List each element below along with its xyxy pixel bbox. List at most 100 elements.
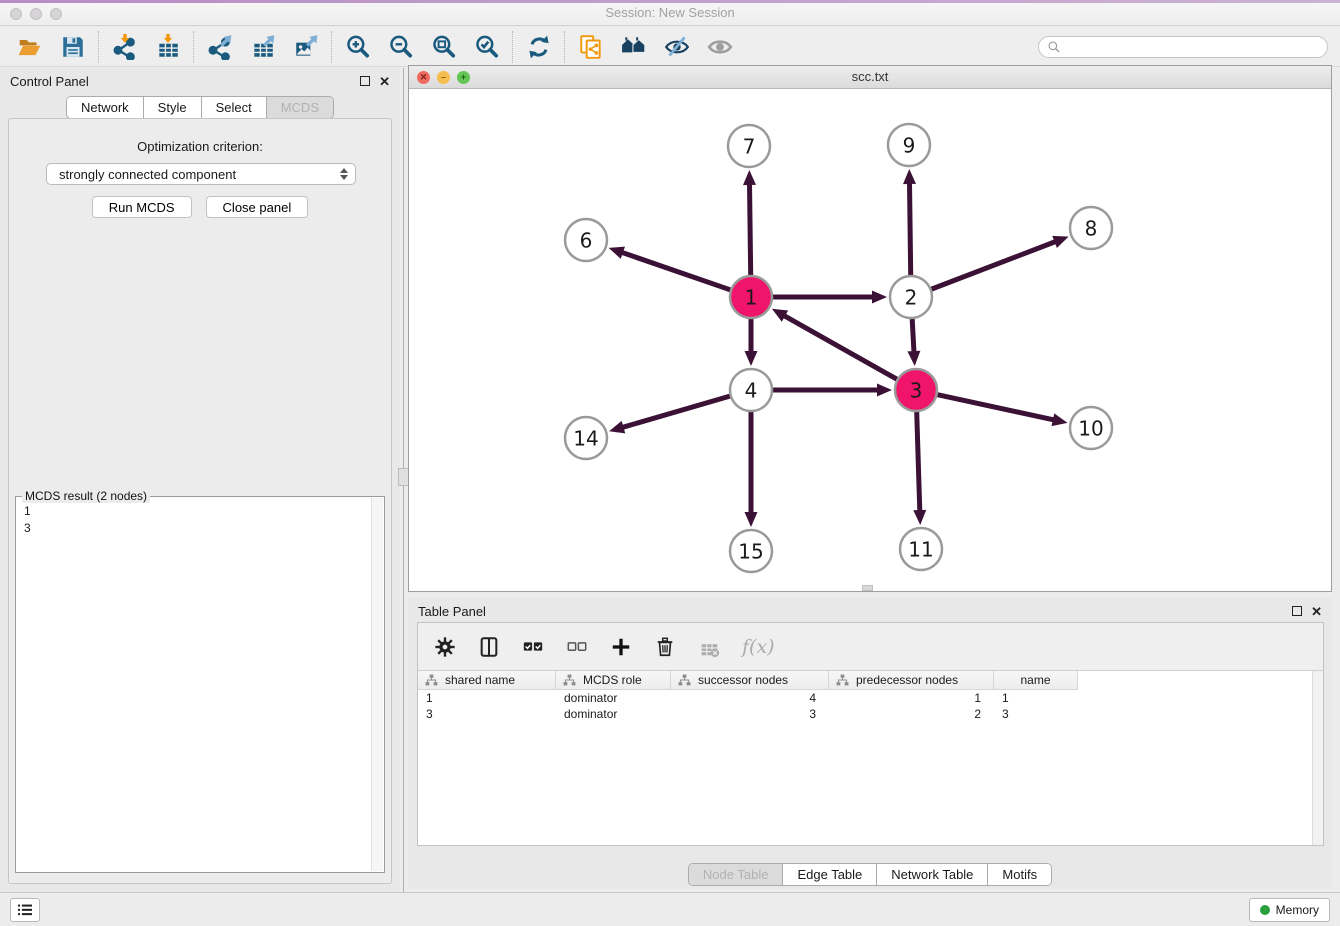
toolbar-separator bbox=[193, 31, 194, 63]
copy-network-icon[interactable] bbox=[578, 34, 604, 60]
table-cell[interactable]: 3 bbox=[994, 706, 1078, 722]
graph-edge-1-6[interactable] bbox=[620, 252, 730, 290]
close-panel-button[interactable]: Close panel bbox=[206, 196, 309, 218]
table-row[interactable]: 1dominator411 bbox=[418, 690, 1323, 706]
table-cell[interactable]: dominator bbox=[556, 690, 671, 706]
memory-button[interactable]: Memory bbox=[1249, 898, 1330, 922]
mcds-result-list[interactable]: 1 3 bbox=[16, 499, 370, 872]
close-panel-icon[interactable]: ✕ bbox=[379, 75, 390, 88]
graph-edge-3-11[interactable] bbox=[917, 412, 920, 513]
refresh-button[interactable] bbox=[517, 30, 560, 64]
task-history-button[interactable] bbox=[10, 898, 40, 922]
delete-table-icon bbox=[698, 636, 720, 658]
float-table-panel-icon[interactable] bbox=[1292, 606, 1302, 616]
tab-style[interactable]: Style bbox=[144, 97, 202, 118]
hide-selected-eye-icon[interactable] bbox=[664, 34, 690, 60]
zoom-selected-button[interactable] bbox=[465, 30, 508, 64]
table-row[interactable]: 3dominator323 bbox=[418, 706, 1323, 722]
open-session-button[interactable] bbox=[8, 30, 51, 64]
tab-mcds[interactable]: MCDS bbox=[267, 97, 333, 118]
zoom-in-button[interactable] bbox=[336, 30, 379, 64]
graph-edge-2-9[interactable] bbox=[909, 181, 910, 275]
panel-splitter[interactable] bbox=[400, 68, 408, 892]
graph-edge-4-14[interactable] bbox=[621, 396, 730, 428]
export-image-icon[interactable] bbox=[293, 34, 319, 60]
import-network-icon[interactable] bbox=[112, 34, 138, 60]
zoom-selected-icon[interactable] bbox=[474, 34, 500, 60]
network-window-titlebar[interactable]: ✕ – + scc.txt bbox=[409, 66, 1331, 89]
close-table-panel-icon[interactable]: ✕ bbox=[1311, 605, 1322, 618]
result-scrollbar[interactable] bbox=[371, 498, 383, 871]
canvas-resize-grip[interactable] bbox=[862, 585, 873, 591]
graph-edge-arrowhead bbox=[745, 351, 758, 366]
column-header-name[interactable]: name bbox=[994, 671, 1078, 690]
run-mcds-button[interactable]: Run MCDS bbox=[92, 196, 192, 218]
graph-node-label-14: 14 bbox=[573, 427, 598, 451]
network-view-window: ✕ – + scc.txt 1234678910111415 bbox=[408, 65, 1332, 592]
show-hidden-eye-button[interactable] bbox=[698, 30, 741, 64]
select-all-rows-icon[interactable] bbox=[522, 636, 544, 658]
save-session-button[interactable] bbox=[51, 30, 94, 64]
tab-select[interactable]: Select bbox=[202, 97, 267, 118]
column-label: MCDS role bbox=[583, 673, 642, 687]
graph-edge-2-8[interactable] bbox=[932, 241, 1058, 289]
hide-selected-eye-button[interactable] bbox=[655, 30, 698, 64]
export-table-icon[interactable] bbox=[250, 34, 276, 60]
refresh-icon[interactable] bbox=[526, 34, 552, 60]
home-network-button[interactable] bbox=[612, 30, 655, 64]
tab-motifs[interactable]: Motifs bbox=[988, 864, 1051, 885]
table-cell[interactable]: dominator bbox=[556, 706, 671, 722]
mcds-result-group: MCDS result (2 nodes) 1 3 bbox=[15, 496, 385, 873]
tab-network[interactable]: Network bbox=[67, 97, 144, 118]
table-settings-gear-icon[interactable] bbox=[434, 636, 456, 658]
table-cell[interactable]: 1 bbox=[829, 690, 994, 706]
export-network-icon[interactable] bbox=[207, 34, 233, 60]
table-cell[interactable]: 4 bbox=[671, 690, 829, 706]
table-cell[interactable]: 1 bbox=[994, 690, 1078, 706]
column-header-predecessor-nodes[interactable]: predecessor nodes bbox=[829, 671, 994, 690]
search-input[interactable] bbox=[1038, 36, 1328, 58]
column-label: shared name bbox=[445, 673, 515, 687]
node-table: shared name MCDS role successor nodes prede… bbox=[418, 670, 1323, 845]
zoom-fit-button[interactable] bbox=[422, 30, 465, 64]
copy-network-button[interactable] bbox=[569, 30, 612, 64]
column-header-MCDS-role[interactable]: MCDS role bbox=[556, 671, 671, 690]
column-header-successor-nodes[interactable]: successor nodes bbox=[671, 671, 829, 690]
criterion-dropdown[interactable]: strongly connected component bbox=[46, 163, 356, 185]
graph-edge-3-10[interactable] bbox=[937, 395, 1055, 421]
float-panel-icon[interactable] bbox=[360, 76, 370, 86]
save-session-icon[interactable] bbox=[60, 34, 86, 60]
show-hidden-eye-icon[interactable] bbox=[707, 34, 733, 60]
tab-node-table[interactable]: Node Table bbox=[689, 864, 784, 885]
import-network-button[interactable] bbox=[103, 30, 146, 64]
zoom-in-icon[interactable] bbox=[345, 34, 371, 60]
zoom-out-icon[interactable] bbox=[388, 34, 414, 60]
table-cell[interactable]: 2 bbox=[829, 706, 994, 722]
table-cell[interactable]: 3 bbox=[671, 706, 829, 722]
import-table-icon[interactable] bbox=[155, 34, 181, 60]
add-column-icon[interactable] bbox=[610, 636, 632, 658]
tab-network-table[interactable]: Network Table bbox=[877, 864, 988, 885]
tab-edge-table[interactable]: Edge Table bbox=[783, 864, 877, 885]
graph-edge-2-3[interactable] bbox=[912, 319, 914, 354]
table-cell[interactable]: 1 bbox=[418, 690, 556, 706]
export-table-button[interactable] bbox=[241, 30, 284, 64]
open-session-icon[interactable] bbox=[17, 34, 43, 60]
table-cell[interactable]: 3 bbox=[418, 706, 556, 722]
table-scrollbar[interactable] bbox=[1312, 671, 1323, 845]
deselect-all-rows-icon[interactable] bbox=[566, 636, 588, 658]
zoom-fit-icon[interactable] bbox=[431, 34, 457, 60]
delete-column-icon[interactable] bbox=[654, 636, 676, 658]
graph-edge-1-7[interactable] bbox=[749, 182, 750, 275]
column-label: successor nodes bbox=[698, 673, 788, 687]
import-table-button[interactable] bbox=[146, 30, 189, 64]
list-icon bbox=[17, 903, 33, 917]
export-image-button[interactable] bbox=[284, 30, 327, 64]
home-network-icon[interactable] bbox=[621, 34, 647, 60]
export-network-button[interactable] bbox=[198, 30, 241, 64]
network-canvas[interactable]: 1234678910111415 bbox=[409, 89, 1331, 591]
column-header-shared-name[interactable]: shared name bbox=[418, 671, 556, 690]
column-layout-icon[interactable] bbox=[478, 636, 500, 658]
graph-edge-3-1[interactable] bbox=[782, 315, 896, 380]
zoom-out-button[interactable] bbox=[379, 30, 422, 64]
